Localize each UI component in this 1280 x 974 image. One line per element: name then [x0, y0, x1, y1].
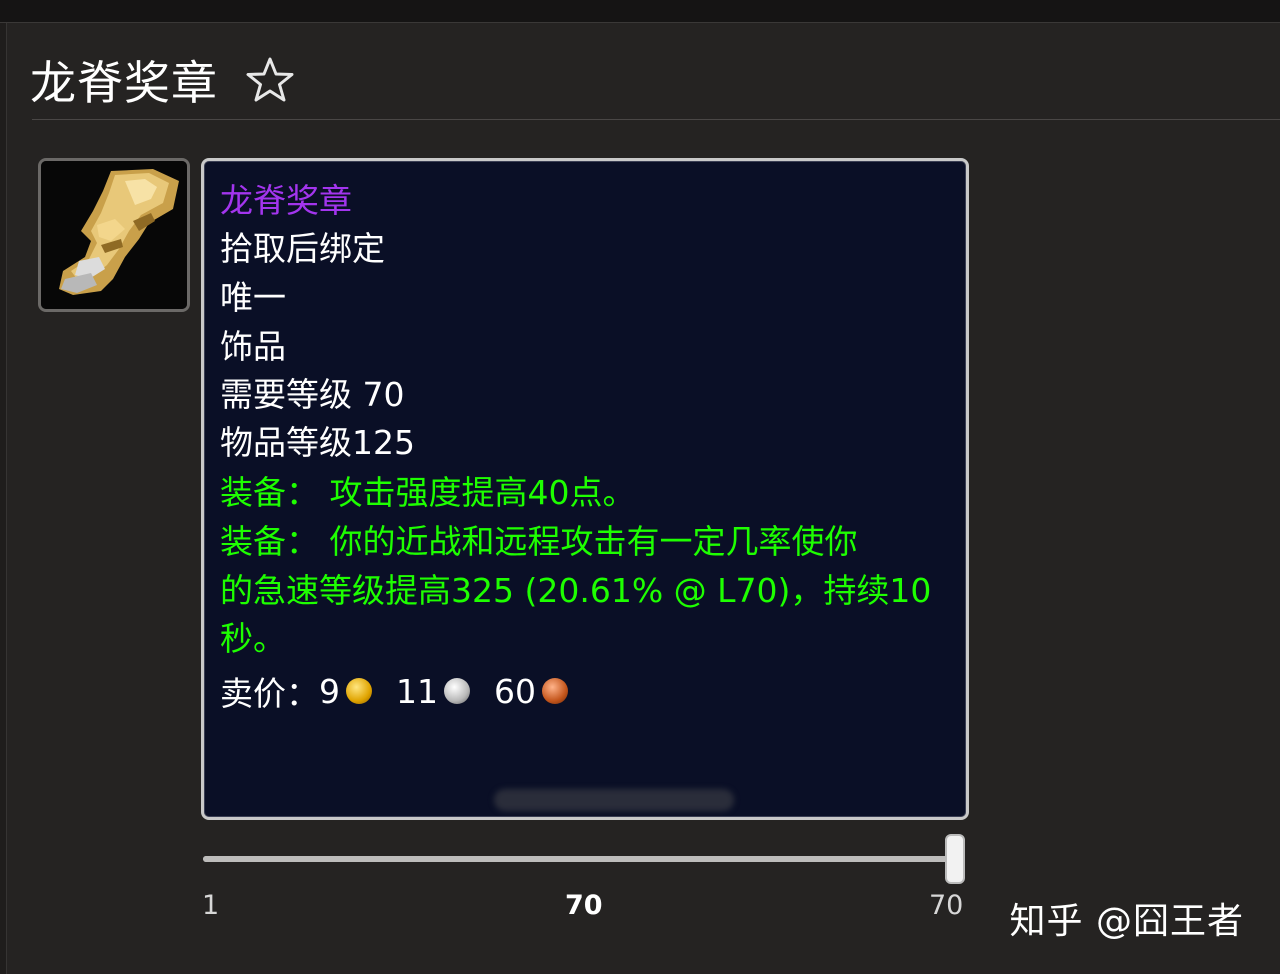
watermark: 知乎 @囧王者: [1009, 901, 1244, 942]
tooltip-blur-artifact: [494, 789, 734, 811]
equip-effect-2-line-1: 装备： 你的近战和远程攻击有一定几率使你: [220, 522, 858, 561]
top-bar: [0, 0, 1280, 23]
gold-coin-icon: [346, 678, 372, 704]
level-slider-fill: [203, 856, 955, 862]
equip-effect-1: 装备： 攻击强度提高40点。: [220, 473, 636, 512]
trinket-armored-leg-icon: [41, 161, 187, 309]
slot-text: 饰品: [220, 327, 286, 366]
level-slider-handle[interactable]: [945, 834, 965, 884]
copper-amount: 60: [494, 671, 536, 711]
gold-amount: 9: [319, 671, 340, 711]
bind-text: 拾取后绑定: [220, 229, 385, 268]
page-header: 龙脊奖章: [30, 40, 296, 120]
required-level-text: 需要等级 70: [220, 375, 405, 414]
sell-price: 卖价： 9 11 60: [220, 667, 592, 715]
item-name: 龙脊奖章: [220, 181, 352, 220]
star-outline-icon: [246, 57, 294, 102]
level-slider-track[interactable]: [203, 856, 955, 862]
equip-effect-2-line-2: 的急速等级提高325 (20.61% @ L70)，持续10: [220, 571, 932, 610]
slider-current-label: 70: [565, 890, 603, 921]
equip-effect-2-line-3: 秒。: [220, 619, 286, 658]
item-icon-frame[interactable]: [38, 158, 190, 312]
sell-price-label: 卖价：: [220, 674, 319, 713]
silver-amount: 11: [396, 671, 438, 711]
item-level-text: 物品等级125: [220, 423, 415, 462]
unique-text: 唯一: [220, 278, 286, 317]
item-tooltip: 龙脊奖章 拾取后绑定 唯一 饰品 需要等级 70 物品等级125 装备： 攻击强…: [201, 158, 969, 820]
silver-coin-icon: [444, 678, 470, 704]
copper-coin-icon: [542, 678, 568, 704]
page-title: 龙脊奖章: [30, 56, 218, 110]
slider-min-label: 1: [202, 890, 220, 921]
favorite-button[interactable]: [244, 54, 296, 106]
header-divider: [32, 119, 1280, 120]
slider-max-label: 70: [929, 890, 964, 921]
